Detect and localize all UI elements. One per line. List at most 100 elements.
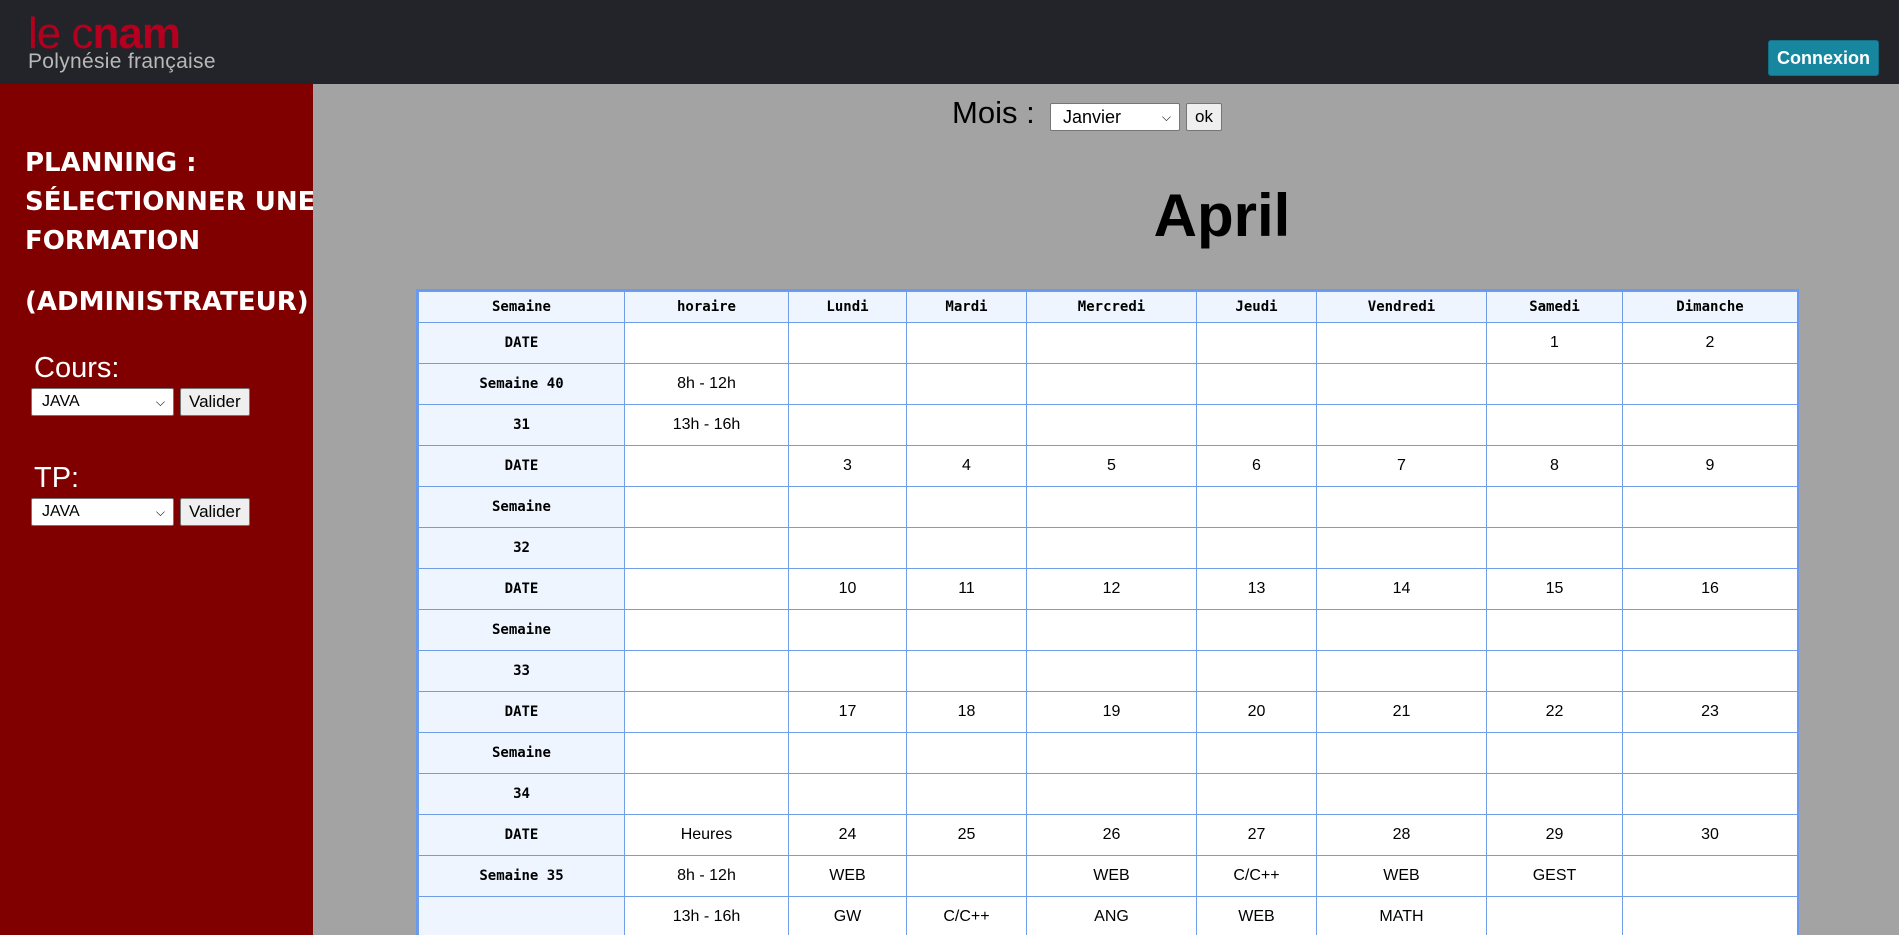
table-row: Semaine: [418, 486, 1797, 528]
day-cell: GW: [788, 896, 907, 935]
horaire-cell: 13h - 16h: [624, 896, 789, 935]
week-cell: DATE: [418, 445, 625, 487]
day-cell: [1316, 773, 1487, 815]
day-cell: 16: [1622, 568, 1797, 610]
cours-select[interactable]: JAVA ⌵: [31, 388, 174, 416]
day-cell: [1622, 773, 1797, 815]
column-header: Mardi: [906, 291, 1027, 323]
day-cell: 22: [1486, 691, 1623, 733]
horaire-cell: [624, 527, 789, 569]
column-header: Vendredi: [1316, 291, 1487, 323]
cours-label: Cours:: [34, 352, 120, 384]
week-cell: Semaine 35: [418, 855, 625, 897]
week-cell: [418, 896, 625, 935]
week-cell: DATE: [418, 568, 625, 610]
table-row: DATE 10 11 12 13 14 15 16: [418, 568, 1797, 610]
day-cell: [1196, 650, 1317, 692]
horaire-cell: [624, 486, 789, 528]
table-row: Semaine: [418, 609, 1797, 651]
day-cell: [906, 363, 1027, 405]
day-cell: 4: [906, 445, 1027, 487]
day-cell: WEB: [1196, 896, 1317, 935]
day-cell: 10: [788, 568, 907, 610]
day-cell: 3: [788, 445, 907, 487]
calendar-header-row: Semaine horaire Lundi Mardi Mercredi Jeudi Ven…: [418, 291, 1797, 323]
day-cell: [1316, 404, 1487, 446]
horaire-cell: [624, 691, 789, 733]
day-cell: GEST: [1486, 855, 1623, 897]
day-cell: 12: [1026, 568, 1197, 610]
cours-valider-button[interactable]: Valider: [180, 388, 250, 416]
day-cell: WEB: [1026, 855, 1197, 897]
day-cell: [1486, 486, 1623, 528]
connexion-button[interactable]: Connexion: [1768, 40, 1879, 76]
day-cell: [1486, 896, 1623, 935]
day-cell: C/C++: [1196, 855, 1317, 897]
day-cell: [1622, 404, 1797, 446]
column-header: horaire: [624, 291, 789, 323]
mois-label: Mois :: [952, 95, 1035, 130]
day-cell: [1316, 732, 1487, 774]
sidebar-title: Planning : Sélectionner une formation: [25, 148, 313, 256]
sidebar-admin-label: (Administrateur): [25, 287, 309, 317]
horaire-cell: [624, 732, 789, 774]
table-row: 13h - 16h GW C/C++ ANG WEB MATH: [418, 896, 1797, 935]
day-cell: 2: [1622, 322, 1797, 364]
day-cell: [1316, 650, 1487, 692]
day-cell: 5: [1026, 445, 1197, 487]
day-cell: [1486, 609, 1623, 651]
sidebar: Planning : Sélectionner une formation (A…: [0, 84, 313, 935]
day-cell: 13: [1196, 568, 1317, 610]
column-header: Samedi: [1486, 291, 1623, 323]
horaire-cell: [624, 322, 789, 364]
table-row: 33: [418, 650, 1797, 692]
mois-select[interactable]: Janvier ⌵: [1050, 103, 1180, 131]
day-cell: WEB: [788, 855, 907, 897]
week-cell: Semaine: [418, 732, 625, 774]
day-cell: [906, 732, 1027, 774]
day-cell: [1316, 322, 1487, 364]
chevron-down-icon: ⌵: [155, 395, 165, 409]
day-cell: 18: [906, 691, 1027, 733]
table-row: Semaine 35 8h - 12h WEB WEB C/C++ WEB GEST: [418, 855, 1797, 897]
day-cell: [906, 527, 1027, 569]
table-row: DATE Heures 24 25 26 27 28 29 30: [418, 814, 1797, 856]
day-cell: [906, 855, 1027, 897]
day-cell: 24: [788, 814, 907, 856]
day-cell: [1486, 527, 1623, 569]
day-cell: [1196, 486, 1317, 528]
month-title: April: [1153, 182, 1291, 249]
day-cell: [1486, 404, 1623, 446]
mois-select-value: Janvier: [1063, 107, 1122, 127]
day-cell: [1196, 732, 1317, 774]
table-row: DATE 3 4 5 6 7 8 9: [418, 445, 1797, 487]
week-cell: Semaine: [418, 609, 625, 651]
ok-button[interactable]: ok: [1186, 103, 1222, 131]
table-row: Semaine: [418, 732, 1797, 774]
week-cell: Semaine 40: [418, 363, 625, 405]
day-cell: [1026, 527, 1197, 569]
day-cell: 21: [1316, 691, 1487, 733]
day-cell: [788, 322, 907, 364]
week-cell: Semaine: [418, 486, 625, 528]
day-cell: [1196, 527, 1317, 569]
day-cell: WEB: [1316, 855, 1487, 897]
day-cell: [788, 363, 907, 405]
day-cell: [1026, 773, 1197, 815]
horaire-cell: Heures: [624, 814, 789, 856]
tp-select[interactable]: JAVA ⌵: [31, 498, 174, 526]
chevron-down-icon: ⌵: [1161, 110, 1171, 124]
table-row: DATE 17 18 19 20 21 22 23: [418, 691, 1797, 733]
day-cell: C/C++: [906, 896, 1027, 935]
day-cell: [1026, 404, 1197, 446]
day-cell: 20: [1196, 691, 1317, 733]
week-cell: 32: [418, 527, 625, 569]
horaire-cell: 13h - 16h: [624, 404, 789, 446]
day-cell: [906, 404, 1027, 446]
day-cell: [1026, 363, 1197, 405]
day-cell: [788, 486, 907, 528]
tp-valider-button[interactable]: Valider: [180, 498, 250, 526]
cnam-logo[interactable]: le cnam Polynésie française: [28, 12, 248, 76]
day-cell: [1026, 322, 1197, 364]
tp-label: TP:: [34, 462, 80, 494]
